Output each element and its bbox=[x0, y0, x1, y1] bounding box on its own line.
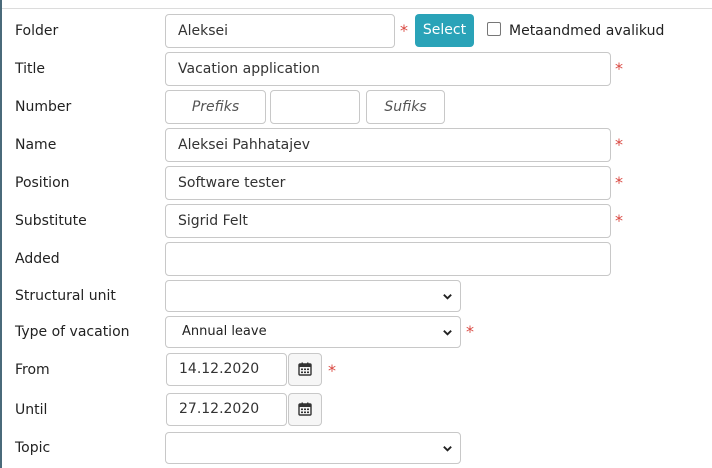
folder-field[interactable]: Aleksei bbox=[165, 14, 395, 48]
calendar-icon bbox=[298, 402, 312, 416]
type-of-vacation-select[interactable]: Annual leave bbox=[165, 316, 461, 348]
until-label: Until bbox=[15, 402, 48, 418]
name-required-marker: * bbox=[615, 135, 623, 154]
title-required-marker: * bbox=[615, 59, 623, 78]
type-of-vacation-value: Annual leave bbox=[182, 324, 267, 339]
number-label: Number bbox=[15, 99, 72, 115]
folder-label: Folder bbox=[15, 23, 59, 39]
number-suffix-field[interactable]: Sufiks bbox=[366, 90, 445, 124]
structural-unit-select[interactable] bbox=[165, 280, 461, 312]
chevron-down-icon bbox=[443, 330, 452, 336]
type-of-vacation-required-marker: * bbox=[466, 322, 474, 341]
number-prefix-field[interactable]: Prefiks bbox=[165, 90, 266, 124]
title-field[interactable]: Vacation application bbox=[165, 52, 611, 86]
structural-unit-label: Structural unit bbox=[15, 288, 116, 304]
calendar-icon bbox=[298, 362, 312, 376]
substitute-required-marker: * bbox=[615, 211, 623, 230]
position-required-marker: * bbox=[615, 173, 623, 192]
select-folder-button[interactable]: Select bbox=[415, 14, 474, 47]
from-date-field[interactable]: 14.12.2020 bbox=[166, 353, 287, 386]
chevron-down-icon bbox=[443, 294, 452, 300]
from-required-marker: * bbox=[328, 361, 336, 380]
title-label: Title bbox=[15, 61, 46, 77]
panel-top-border bbox=[2, 8, 712, 9]
added-label: Added bbox=[15, 251, 60, 267]
from-label: From bbox=[15, 362, 50, 378]
substitute-label: Substitute bbox=[15, 213, 87, 229]
until-date-field[interactable]: 27.12.2020 bbox=[166, 393, 287, 426]
name-label: Name bbox=[15, 137, 57, 153]
topic-label: Topic bbox=[15, 440, 51, 456]
position-field[interactable]: Software tester bbox=[165, 166, 611, 200]
until-calendar-button[interactable] bbox=[288, 393, 322, 426]
number-main-field[interactable] bbox=[270, 90, 360, 124]
type-of-vacation-label: Type of vacation bbox=[15, 324, 130, 340]
added-field[interactable] bbox=[165, 242, 611, 276]
chevron-down-icon bbox=[443, 446, 452, 452]
folder-required-marker: * bbox=[400, 21, 408, 40]
name-field[interactable]: Aleksei Pahhatajev bbox=[165, 128, 611, 162]
from-calendar-button[interactable] bbox=[288, 353, 322, 386]
substitute-field[interactable]: Sigrid Felt bbox=[165, 204, 611, 238]
topic-select[interactable] bbox=[165, 432, 461, 464]
metadata-public-checkbox[interactable] bbox=[487, 22, 501, 36]
panel-left-border bbox=[0, 0, 2, 468]
position-label: Position bbox=[15, 175, 70, 191]
metadata-public-label: Metaandmed avalikud bbox=[509, 23, 665, 39]
